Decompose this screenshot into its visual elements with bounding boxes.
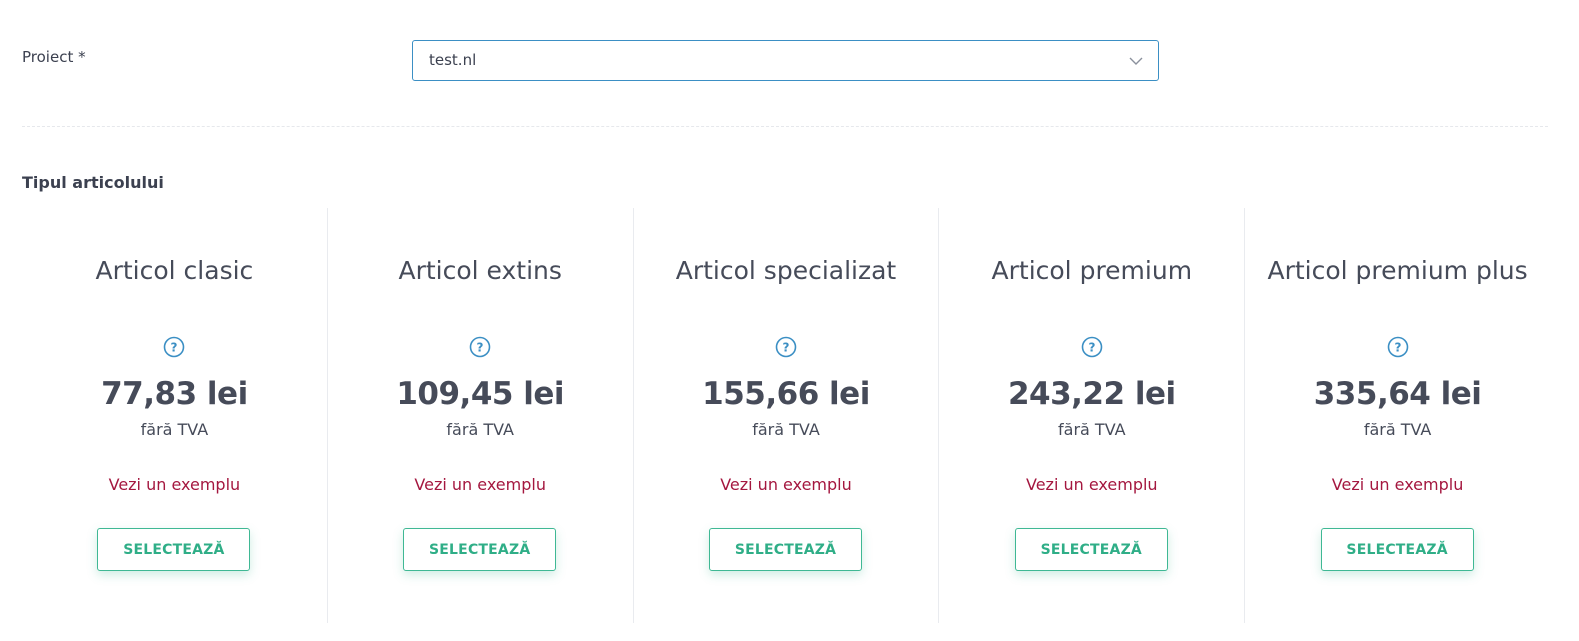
svg-text:?: ?: [1394, 341, 1401, 355]
project-label: Proiect *: [22, 48, 86, 66]
section-divider: [22, 126, 1548, 127]
select-button[interactable]: SELECTEAZĂ: [708, 528, 862, 571]
view-example-link[interactable]: Vezi un exemplu: [939, 475, 1244, 494]
card-title: Articol specializat: [675, 256, 897, 285]
select-button[interactable]: SELECTEAZĂ: [403, 528, 557, 571]
project-select[interactable]: test.nl: [412, 40, 1159, 81]
view-example-link[interactable]: Vezi un exemplu: [22, 475, 327, 494]
article-card-clasic: Articol clasic ? 77,83 lei fără TVA Vezi…: [22, 208, 327, 623]
card-price: 109,45 lei: [396, 376, 565, 412]
card-title: Articol extins: [398, 256, 562, 285]
card-price: 77,83 lei: [101, 376, 248, 412]
card-price: 243,22 lei: [1007, 376, 1176, 412]
card-vat-note: fără TVA: [140, 420, 209, 439]
question-circle-icon[interactable]: ?: [1387, 336, 1409, 358]
card-vat-note: fără TVA: [1363, 420, 1432, 439]
svg-text:?: ?: [477, 341, 484, 355]
question-circle-icon[interactable]: ?: [163, 336, 185, 358]
card-price: 335,64 lei: [1313, 376, 1482, 412]
card-price: 155,66 lei: [702, 376, 870, 412]
project-select-value: test.nl: [429, 51, 477, 69]
view-example-link[interactable]: Vezi un exemplu: [328, 475, 633, 494]
article-card-specializat: Articol specializat ? 155,66 lei fără TV…: [632, 208, 939, 623]
svg-text:?: ?: [171, 341, 178, 355]
select-button[interactable]: SELECTEAZĂ: [97, 528, 251, 571]
article-card-extins: Articol extins ? 109,45 lei fără TVA Vez…: [326, 208, 633, 623]
view-example-link[interactable]: Vezi un exemplu: [1245, 475, 1550, 494]
question-circle-icon[interactable]: ?: [469, 336, 491, 358]
project-row: Proiect * test.nl: [22, 40, 1159, 81]
article-type-cards: Articol clasic ? 77,83 lei fără TVA Vezi…: [22, 208, 1550, 623]
article-card-premium: Articol premium ? 243,22 lei fără TVA Ve…: [938, 208, 1244, 623]
card-vat-note: fără TVA: [752, 420, 820, 439]
svg-text:?: ?: [1088, 341, 1095, 355]
chevron-down-icon: [1129, 57, 1143, 65]
card-title: Articol premium plus: [1267, 256, 1528, 285]
section-title: Tipul articolului: [22, 173, 164, 192]
question-circle-icon[interactable]: ?: [775, 336, 797, 358]
svg-text:?: ?: [783, 341, 790, 355]
card-title: Articol clasic: [95, 256, 254, 285]
question-circle-icon[interactable]: ?: [1081, 336, 1103, 358]
view-example-link[interactable]: Vezi un exemplu: [634, 475, 939, 494]
card-vat-note: fără TVA: [1058, 420, 1126, 439]
select-button[interactable]: SELECTEAZĂ: [1014, 528, 1168, 571]
card-vat-note: fără TVA: [446, 420, 514, 439]
article-card-premium-plus: Articol premium plus ? 335,64 lei fără T…: [1244, 208, 1550, 623]
card-title: Articol premium: [991, 256, 1193, 285]
select-button[interactable]: SELECTEAZĂ: [1320, 528, 1474, 571]
